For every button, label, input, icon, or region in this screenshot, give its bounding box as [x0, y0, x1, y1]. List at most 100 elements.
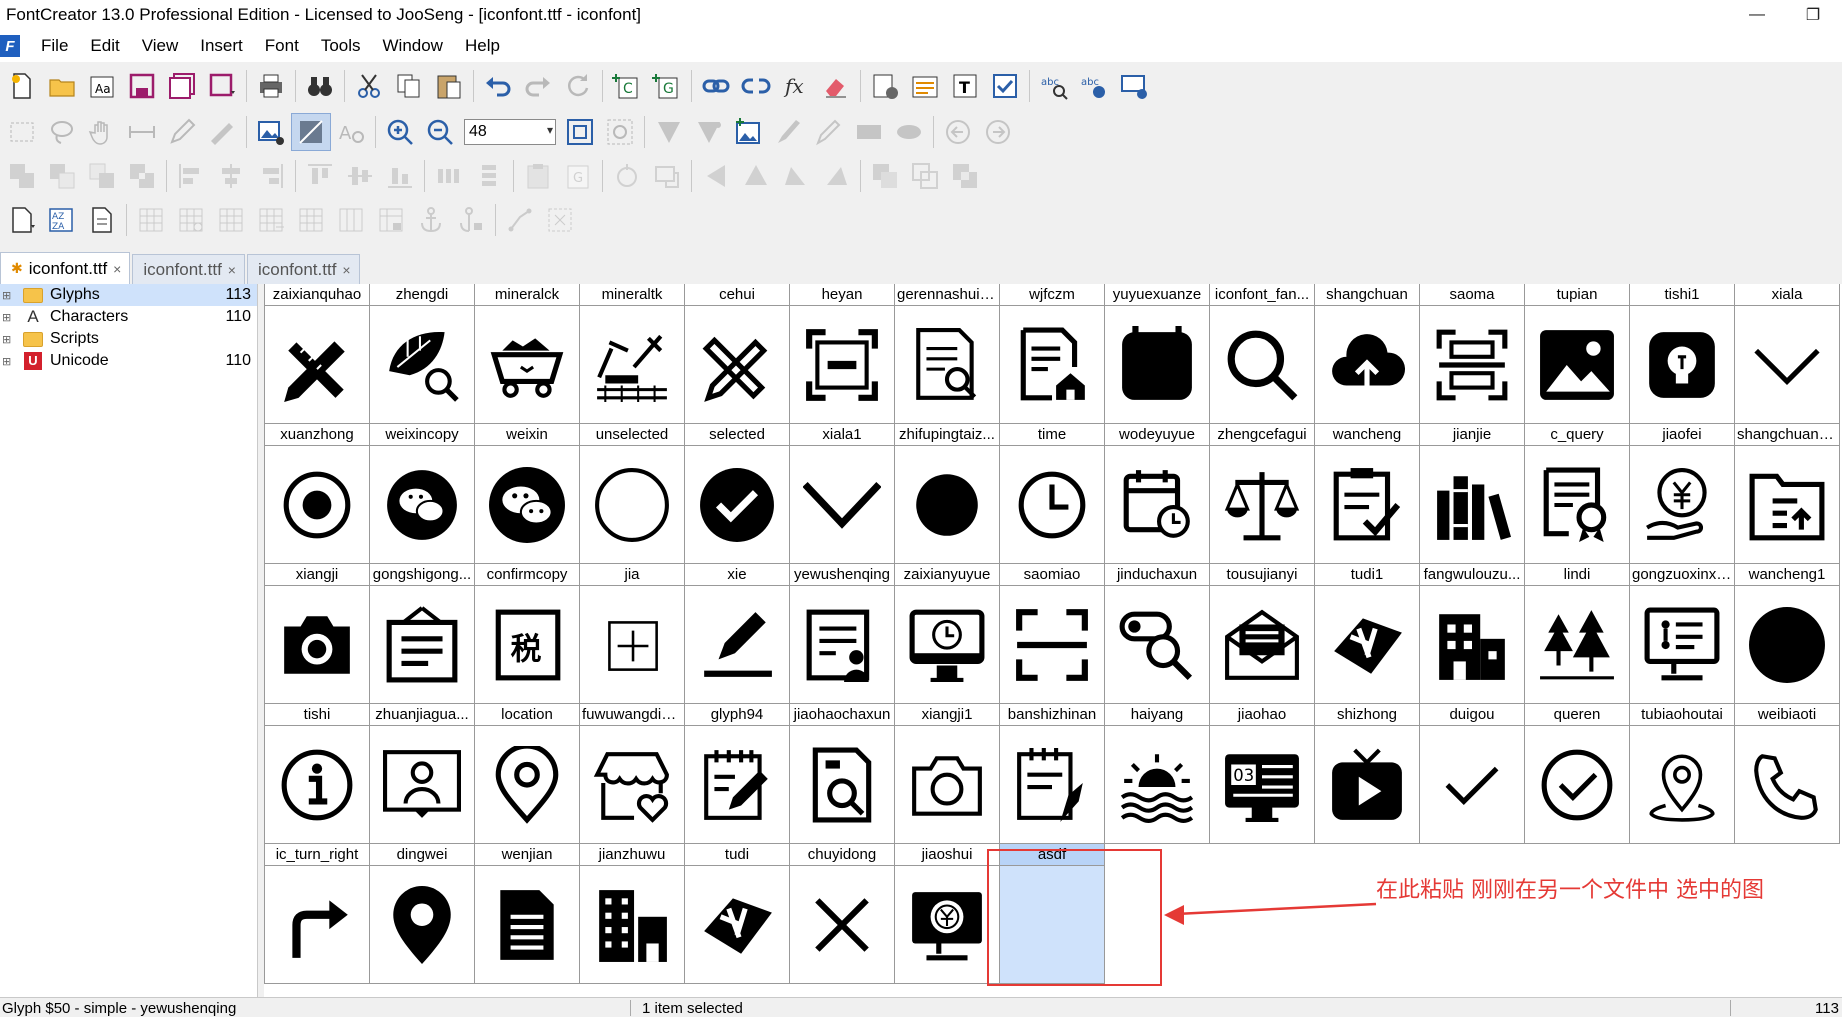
- glyph-cell-glyph94[interactable]: glyph94: [685, 704, 790, 844]
- glyph-cell-shangchuan[interactable]: shangchuan: [1315, 284, 1420, 424]
- glyph-cell-gerennashuiz[interactable]: gerennashuiz...: [895, 284, 1000, 424]
- glyph-cell-xiangji1[interactable]: xiangji1: [895, 704, 1000, 844]
- glyph-cell-tishi1[interactable]: tishi1: [1630, 284, 1735, 424]
- glyph-cell-heyan[interactable]: heyan: [790, 284, 895, 424]
- metrics-button[interactable]: [905, 67, 945, 105]
- text-tool-button[interactable]: T: [945, 67, 985, 105]
- glyph-cell-lindi[interactable]: lindi: [1525, 564, 1630, 704]
- rotate-button[interactable]: [607, 157, 647, 195]
- anchor-button[interactable]: [411, 201, 451, 239]
- tab-iconfont-1[interactable]: ✱ iconfont.ttf ×: [0, 252, 131, 284]
- text-preview-button[interactable]: A: [331, 113, 371, 151]
- transform-button[interactable]: [647, 157, 687, 195]
- print-button[interactable]: [251, 67, 291, 105]
- glyph-cell-jiaofei[interactable]: jiaofei: [1630, 424, 1735, 564]
- zoom-in-button[interactable]: [380, 113, 420, 151]
- align-top-button[interactable]: [300, 157, 340, 195]
- subtract-button[interactable]: [42, 157, 82, 195]
- tab-iconfont-2[interactable]: iconfont.ttf ×: [132, 254, 245, 284]
- glyph-cell-location[interactable]: location: [475, 704, 580, 844]
- overlap-button[interactable]: [865, 157, 905, 195]
- glyph-cell-selected[interactable]: selected: [685, 424, 790, 564]
- union-button[interactable]: [2, 157, 42, 195]
- glyph-cell-yuyuexuanze[interactable]: yuyuexuanze: [1105, 284, 1210, 424]
- expand-icon[interactable]: ⊞: [2, 311, 12, 324]
- glyph-cell-zaixianquhao[interactable]: zaixianquhao: [265, 284, 370, 424]
- grid-view-4-button[interactable]: [251, 201, 291, 239]
- brush-button[interactable]: [769, 113, 809, 151]
- combine-button[interactable]: [945, 157, 985, 195]
- glyph-cell-gongshigong[interactable]: gongshigong...: [370, 564, 475, 704]
- glyph-cell-weixin[interactable]: weixin: [475, 424, 580, 564]
- glyph-cell-saomiao[interactable]: saomiao: [1000, 564, 1105, 704]
- new-font-button[interactable]: [2, 67, 42, 105]
- tree-item-scripts[interactable]: ⊞ Scripts: [0, 328, 257, 350]
- previous-glyph-button[interactable]: [938, 113, 978, 151]
- glyph-cell-zhengdi[interactable]: zhengdi: [370, 284, 475, 424]
- knife-button[interactable]: [202, 113, 242, 151]
- curve-button[interactable]: [689, 113, 729, 151]
- background-image-button[interactable]: [251, 113, 291, 151]
- glyph-cell-confirmcopy[interactable]: confirmcopy 税: [475, 564, 580, 704]
- skew-right-button[interactable]: [816, 157, 856, 195]
- grid-view-3-button[interactable]: [211, 201, 251, 239]
- glyph-cell-unselected[interactable]: unselected: [580, 424, 685, 564]
- point-button[interactable]: [649, 113, 689, 151]
- glyph-cell-queren[interactable]: queren: [1525, 704, 1630, 844]
- glyph-cell-cehui[interactable]: cehui: [685, 284, 790, 424]
- save-as-button[interactable]: [202, 67, 242, 105]
- fit-button[interactable]: [560, 113, 600, 151]
- glyph-reference-button[interactable]: G: [558, 157, 598, 195]
- repeat-button[interactable]: [558, 67, 598, 105]
- glyph-cell-zhengcefagui[interactable]: zhengcefagui: [1210, 424, 1315, 564]
- align-right-button[interactable]: [251, 157, 291, 195]
- close-icon[interactable]: ×: [342, 262, 350, 278]
- close-icon[interactable]: ×: [228, 262, 236, 278]
- cut-button[interactable]: [349, 67, 389, 105]
- glyph-cell-wenjian[interactable]: wenjian: [475, 844, 580, 984]
- glyph-cell-chuyidong[interactable]: chuyidong: [790, 844, 895, 984]
- menu-tools[interactable]: Tools: [310, 30, 372, 62]
- component-button[interactable]: [540, 201, 580, 239]
- menu-window[interactable]: Window: [372, 30, 454, 62]
- find-button[interactable]: [300, 67, 340, 105]
- zoom-combobox[interactable]: 48 ▾: [464, 119, 556, 145]
- glyph-cell-fuwuwangdia[interactable]: fuwuwangdia...: [580, 704, 685, 844]
- pencil-button[interactable]: [809, 113, 849, 151]
- grid-view-1-button[interactable]: [131, 201, 171, 239]
- ellipse-button[interactable]: [889, 113, 929, 151]
- insert-glyph-button[interactable]: G: [647, 67, 687, 105]
- grid-view-2-button[interactable]: [171, 201, 211, 239]
- glyph-cell-banshizhinan[interactable]: banshizhinan: [1000, 704, 1105, 844]
- skew-left-button[interactable]: [776, 157, 816, 195]
- glyph-cell-mineralck[interactable]: mineralck: [475, 284, 580, 424]
- glyph-cell-jinduchaxun[interactable]: jinduchaxun: [1105, 564, 1210, 704]
- measure-button[interactable]: [122, 113, 162, 151]
- fill-mode-button[interactable]: [291, 113, 331, 151]
- formula-button[interactable]: fx: [776, 67, 816, 105]
- font-properties-button[interactable]: [865, 67, 905, 105]
- glyph-cell-shangchuanz[interactable]: shangchuanz...: [1735, 424, 1840, 564]
- distribute-v-button[interactable]: [469, 157, 509, 195]
- glyph-cell-gongzuoxinxi[interactable]: gongzuoxinxi...: [1630, 564, 1735, 704]
- align-bottom-button[interactable]: [380, 157, 420, 195]
- menu-insert[interactable]: Insert: [189, 30, 254, 62]
- new-glyph-button[interactable]: [2, 201, 42, 239]
- glyph-cell-fangwulouzu[interactable]: fangwulouzu...: [1420, 564, 1525, 704]
- pen-button[interactable]: [162, 113, 202, 151]
- tree-item-glyphs[interactable]: ⊞ Glyphs 113: [0, 284, 257, 306]
- page-setup-button[interactable]: [82, 201, 122, 239]
- glyph-cell-shizhong[interactable]: shizhong: [1315, 704, 1420, 844]
- menu-file[interactable]: File: [30, 30, 79, 62]
- flip-up-button[interactable]: [736, 157, 776, 195]
- next-glyph-button[interactable]: [978, 113, 1018, 151]
- zoom-selection-button[interactable]: [600, 113, 640, 151]
- exclude-button[interactable]: [122, 157, 162, 195]
- glyph-cell-weixincopy[interactable]: weixincopy: [370, 424, 475, 564]
- insert-character-button[interactable]: C: [607, 67, 647, 105]
- menu-view[interactable]: View: [131, 30, 190, 62]
- hand-button[interactable]: [82, 113, 122, 151]
- glyph-cell-xie[interactable]: xie: [685, 564, 790, 704]
- glyph-cell-wodeyuyue[interactable]: wodeyuyue: [1105, 424, 1210, 564]
- link-button[interactable]: [696, 67, 736, 105]
